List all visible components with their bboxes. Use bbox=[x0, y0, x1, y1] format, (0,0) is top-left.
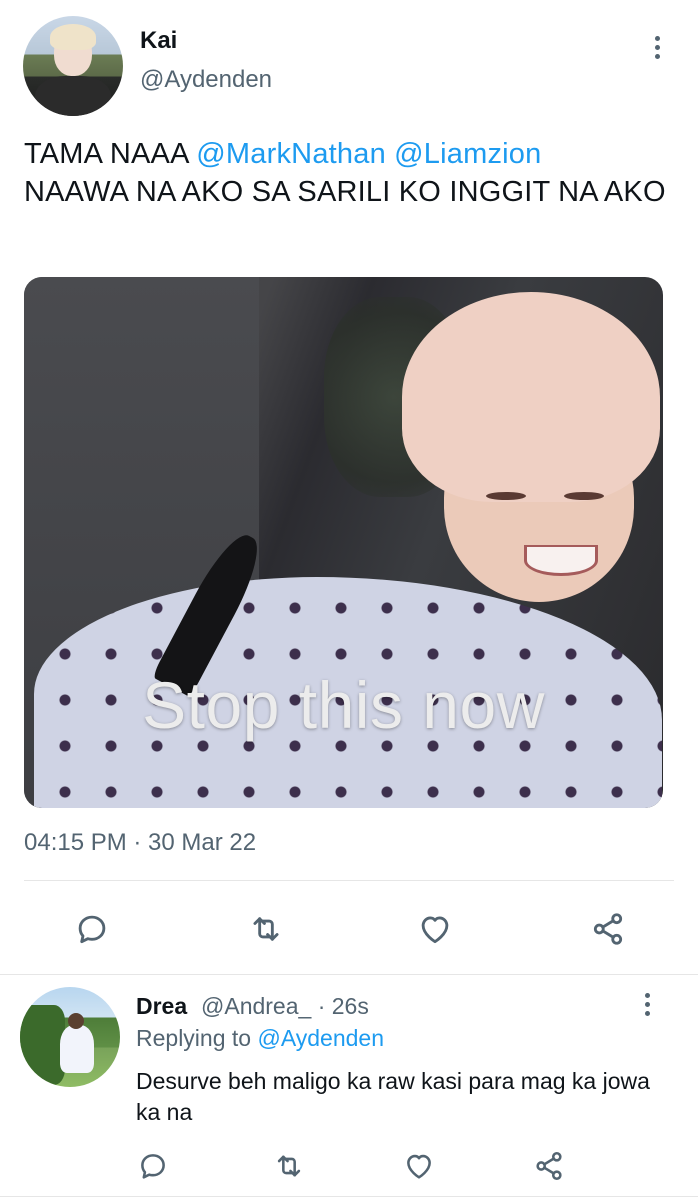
reply-handle-time[interactable]: @Andrea_ · 26s bbox=[201, 993, 369, 1020]
avatar-hedge bbox=[20, 1005, 65, 1085]
reply-text: Desurve beh maligo ka raw kasi para mag … bbox=[136, 1068, 650, 1125]
tweet-text: TAMA NAAA @MarkNathan @Liamzion NAAWA NA… bbox=[24, 135, 674, 211]
media-eye bbox=[564, 492, 604, 500]
retweet-icon[interactable] bbox=[267, 1144, 311, 1188]
retweet-icon[interactable] bbox=[244, 907, 288, 951]
tweet-media-image[interactable]: Stop this now bbox=[24, 277, 663, 808]
avatar-body bbox=[35, 76, 111, 116]
share-icon[interactable] bbox=[527, 1144, 571, 1188]
author-display-name[interactable]: Kai bbox=[140, 27, 177, 55]
more-icon[interactable] bbox=[632, 993, 662, 1016]
tweet-text-suffix: NAAWA NA AKO SA SARILI KO INGGIT NA AKO bbox=[24, 176, 666, 208]
share-icon[interactable] bbox=[586, 907, 630, 951]
mention-link[interactable]: @Liamzion bbox=[394, 138, 541, 170]
mention-link[interactable]: @MarkNathan bbox=[196, 138, 386, 170]
tweet-text-prefix: TAMA NAAA bbox=[24, 138, 197, 170]
divider bbox=[0, 1196, 698, 1197]
replying-to-label: Replying to bbox=[136, 1025, 258, 1051]
divider bbox=[24, 880, 674, 881]
avatar-head bbox=[68, 1013, 84, 1029]
more-icon[interactable] bbox=[642, 36, 672, 59]
media-caption: Stop this now bbox=[142, 668, 545, 742]
media-mouth bbox=[524, 545, 598, 576]
author-handle[interactable]: @Aydenden bbox=[140, 66, 272, 94]
avatar-hair bbox=[50, 24, 96, 50]
reply-author-avatar[interactable] bbox=[20, 987, 120, 1087]
like-icon[interactable] bbox=[397, 1144, 441, 1188]
reply-icon[interactable] bbox=[70, 907, 114, 951]
media-hair bbox=[402, 292, 660, 502]
reply-icon[interactable] bbox=[131, 1144, 175, 1188]
tweet-timestamp[interactable]: 04:15 PM · 30 Mar 22 bbox=[24, 829, 256, 857]
media-eye bbox=[486, 492, 526, 500]
like-icon[interactable] bbox=[413, 907, 457, 951]
divider bbox=[0, 974, 698, 975]
replying-to-handle[interactable]: @Aydenden bbox=[257, 1025, 384, 1051]
reply-author-name[interactable]: Drea bbox=[136, 993, 187, 1020]
avatar-dress bbox=[60, 1025, 94, 1073]
replying-to-line: Replying to @Aydenden bbox=[136, 1025, 384, 1052]
author-avatar[interactable] bbox=[23, 16, 123, 116]
